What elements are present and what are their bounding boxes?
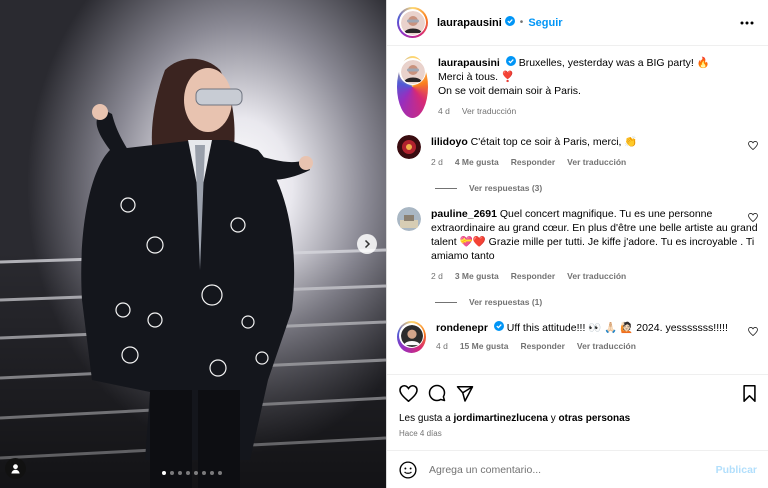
avatar-image xyxy=(400,59,425,84)
heart-icon[interactable] xyxy=(399,384,418,402)
post-caption: laurapausini Bruxelles, yesterday was a … xyxy=(397,56,758,119)
comment-text: C'était top ce soir à Paris, merci, 👏 xyxy=(470,136,638,149)
comment-username[interactable]: pauline_2691 xyxy=(431,208,497,220)
post-actions: Les gusta a jordimartinezlucena y otras … xyxy=(387,374,768,438)
comment-row: rondenepr Uff this attitude!!! 👀 🙏🏻 🙋🏻 2… xyxy=(397,321,758,354)
comment-row: lilidoyo C'était top ce soir à Paris, me… xyxy=(397,135,758,169)
like-comment-heart-icon[interactable] xyxy=(748,213,758,225)
avatar-image xyxy=(400,10,425,35)
translate-link[interactable]: Ver traducción xyxy=(577,339,636,353)
verified-icon xyxy=(505,56,516,70)
carousel-dot xyxy=(186,471,190,475)
other-likers-link[interactable]: otras personas xyxy=(559,413,631,424)
carousel-dot xyxy=(178,471,182,475)
commenter-avatar[interactable] xyxy=(397,321,426,354)
view-replies-label: Ver respuestas (1) xyxy=(469,297,543,308)
like-comment-heart-icon[interactable] xyxy=(748,327,758,339)
translate-link[interactable]: Ver traducción xyxy=(462,104,516,118)
carousel-dot xyxy=(194,471,198,475)
comment-likes[interactable]: 3 Me gusta xyxy=(455,269,499,283)
tag-user-icon xyxy=(11,464,20,474)
likes-summary: Les gusta a jordimartinezlucena y otras … xyxy=(399,413,757,424)
carousel-dot xyxy=(170,471,174,475)
reply-button[interactable]: Responder xyxy=(511,269,555,283)
author-avatar[interactable] xyxy=(397,7,428,38)
verified-icon xyxy=(504,16,515,29)
post-panel: laurapausini • Seguir laurapausini Bruxe… xyxy=(386,0,768,488)
caption-username[interactable]: laurapausini xyxy=(438,57,500,69)
post-header: laurapausini • Seguir xyxy=(387,0,768,46)
reply-button[interactable]: Responder xyxy=(511,155,555,169)
chevron-right-icon xyxy=(364,239,371,249)
verified-icon xyxy=(493,321,504,335)
replies-divider xyxy=(435,187,457,189)
next-slide-button[interactable] xyxy=(357,234,377,254)
liker-username[interactable]: jordimartinezlucena xyxy=(454,413,548,424)
comment-age: 2 d xyxy=(431,157,443,168)
commenter-avatar[interactable] xyxy=(397,135,421,160)
comment-icon[interactable] xyxy=(428,384,446,402)
likes-prefix: Les gusta a xyxy=(399,413,451,424)
follow-button[interactable]: Seguir xyxy=(528,17,562,29)
comment-text: Uff this attitude!!! 👀 🙏🏻 🙋🏻 2024. yesss… xyxy=(506,322,728,335)
share-icon[interactable] xyxy=(456,385,474,402)
comment-username[interactable]: lilidoyo xyxy=(431,136,468,148)
like-comment-heart-icon[interactable] xyxy=(748,141,758,153)
caption-line: Bruxelles, yesterday was a BIG party! 🔥 xyxy=(518,57,710,69)
post-date: Hace 4 días xyxy=(399,429,442,438)
likes-conjunction: y xyxy=(550,413,556,424)
comment-age: 4 d xyxy=(436,341,448,352)
comment-input[interactable] xyxy=(429,463,716,476)
carousel-dot xyxy=(218,471,222,475)
commenter-avatar[interactable] xyxy=(397,207,421,232)
caption-avatar[interactable] xyxy=(397,56,428,119)
caption-line: On se voit demain soir à Paris. xyxy=(438,85,581,98)
avatar-image xyxy=(400,324,423,347)
publish-button[interactable]: Publicar xyxy=(716,464,757,476)
view-replies-label: Ver respuestas (3) xyxy=(469,183,543,194)
author-username[interactable]: laurapausini xyxy=(437,17,502,29)
header-separator: • xyxy=(519,17,524,28)
caption-line: Merci à tous. ❣️ xyxy=(438,71,515,84)
add-comment-bar: Publicar xyxy=(387,450,768,488)
carousel-dot xyxy=(210,471,214,475)
comment-username[interactable]: rondenepr xyxy=(436,322,488,334)
reply-button[interactable]: Responder xyxy=(520,339,564,353)
translate-link[interactable]: Ver traducción xyxy=(567,269,626,283)
tagged-users-button[interactable] xyxy=(5,458,26,479)
view-replies-link[interactable]: Ver respuestas (3) xyxy=(435,183,758,193)
comments-list[interactable]: laurapausini Bruxelles, yesterday was a … xyxy=(387,46,768,366)
view-replies-link[interactable]: Ver respuestas (1) xyxy=(435,297,758,307)
concert-photo-image xyxy=(0,0,386,488)
post-photo[interactable] xyxy=(0,0,386,488)
comment-age: 2 d xyxy=(431,271,443,282)
comment-likes[interactable]: 15 Me gusta xyxy=(460,339,509,353)
emoji-icon[interactable] xyxy=(399,460,417,479)
caption-age: 4 d xyxy=(438,106,450,117)
comment-row: pauline_2691 Quel concert magnifique. Tu… xyxy=(397,207,758,283)
bookmark-icon[interactable] xyxy=(742,384,757,402)
carousel-dot xyxy=(202,471,206,475)
replies-divider xyxy=(435,301,457,303)
carousel-indicator xyxy=(162,471,222,475)
more-icon[interactable] xyxy=(740,17,754,28)
translate-link[interactable]: Ver traducción xyxy=(567,155,626,169)
carousel-dot xyxy=(162,471,166,475)
comment-likes[interactable]: 4 Me gusta xyxy=(455,155,499,169)
